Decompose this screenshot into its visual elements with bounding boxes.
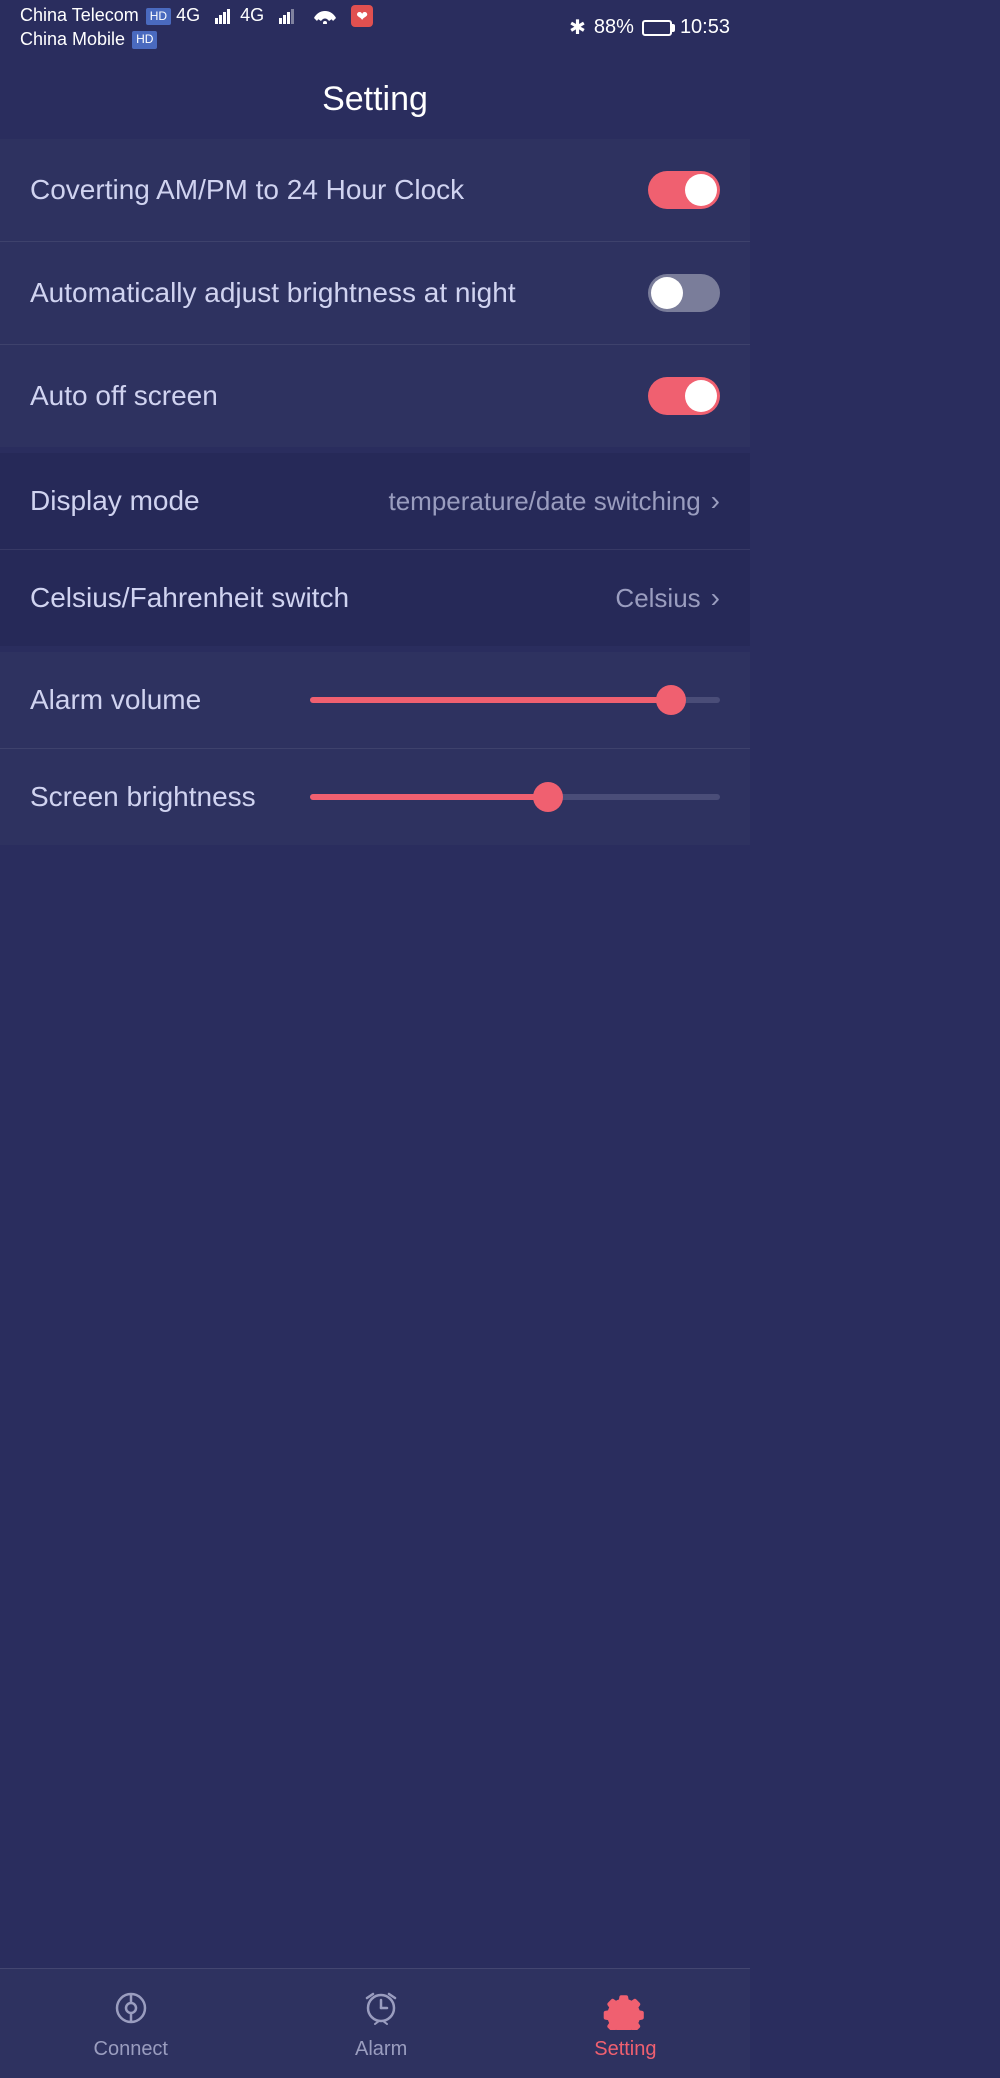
- status-bar: China Telecom HD 4G 4G ❤ China Mobile HD…: [0, 0, 750, 55]
- alarm-volume-thumb[interactable]: [656, 685, 686, 715]
- setting-icon: [603, 1986, 647, 2030]
- screen-brightness-fill: [310, 794, 548, 800]
- auto-off-screen-toggle[interactable]: [648, 377, 720, 415]
- toggle-section: Coverting AM/PM to 24 Hour Clock Automat…: [0, 139, 750, 447]
- display-mode-nav-right: temperature/date switching ›: [389, 485, 721, 517]
- screen-brightness-row: Screen brightness: [0, 749, 750, 845]
- celsius-fahrenheit-nav-right: Celsius ›: [615, 582, 720, 614]
- display-mode-value: temperature/date switching: [389, 486, 701, 517]
- connect-icon: [109, 1986, 153, 2030]
- carrier2-label: China Mobile HD: [20, 28, 373, 51]
- auto-brightness-row: Automatically adjust brightness at night: [0, 242, 750, 345]
- auto-off-screen-label: Auto off screen: [30, 380, 218, 412]
- display-mode-label: Display mode: [30, 485, 200, 517]
- display-mode-chevron: ›: [711, 485, 720, 517]
- carrier-info: China Telecom HD 4G 4G ❤ China Mobile HD: [20, 4, 373, 51]
- celsius-fahrenheit-value: Celsius: [615, 583, 700, 614]
- tab-alarm-label: Alarm: [355, 2038, 407, 2061]
- alarm-volume-fill: [310, 697, 671, 703]
- tab-setting-label: Setting: [594, 2038, 656, 2061]
- celsius-fahrenheit-chevron: ›: [711, 582, 720, 614]
- celsius-fahrenheit-label: Celsius/Fahrenheit switch: [30, 582, 349, 614]
- auto-brightness-knob: [651, 277, 683, 309]
- convert-clock-toggle[interactable]: [648, 171, 720, 209]
- empty-area: [0, 851, 750, 1751]
- clock-label: 10:53: [680, 16, 730, 39]
- screen-brightness-track[interactable]: [310, 794, 720, 800]
- battery-percent: 88%: [594, 16, 634, 39]
- auto-off-screen-row: Auto off screen: [0, 345, 750, 447]
- auto-off-screen-knob: [685, 380, 717, 412]
- convert-clock-knob: [685, 174, 717, 206]
- status-right: ✱ 88% 10:53: [569, 15, 730, 40]
- auto-brightness-toggle[interactable]: [648, 274, 720, 312]
- convert-clock-label: Coverting AM/PM to 24 Hour Clock: [30, 174, 464, 206]
- alarm-volume-label: Alarm volume: [30, 684, 290, 716]
- alarm-volume-track[interactable]: [310, 697, 720, 703]
- display-mode-row[interactable]: Display mode temperature/date switching …: [0, 453, 750, 550]
- slider-section: Alarm volume Screen brightness: [0, 652, 750, 845]
- convert-clock-row: Coverting AM/PM to 24 Hour Clock: [0, 139, 750, 242]
- celsius-fahrenheit-row[interactable]: Celsius/Fahrenheit switch Celsius ›: [0, 550, 750, 646]
- alarm-volume-row: Alarm volume: [0, 652, 750, 749]
- tab-alarm[interactable]: Alarm: [355, 1986, 407, 2061]
- bluetooth-icon: ✱: [569, 15, 586, 40]
- display-section: Display mode temperature/date switching …: [0, 453, 750, 646]
- auto-brightness-label: Automatically adjust brightness at night: [30, 277, 516, 309]
- page-title: Setting: [0, 55, 750, 139]
- screen-brightness-thumb[interactable]: [533, 782, 563, 812]
- tab-connect-label: Connect: [94, 2038, 169, 2061]
- tab-setting[interactable]: Setting: [594, 1986, 656, 2061]
- carrier1-label: China Telecom HD 4G 4G ❤: [20, 4, 373, 27]
- tab-connect[interactable]: Connect: [94, 1986, 169, 2061]
- screen-brightness-label: Screen brightness: [30, 781, 290, 813]
- battery-icon: [642, 20, 672, 36]
- alarm-icon: [359, 1986, 403, 2030]
- tab-bar: Connect Alarm Setting: [0, 1968, 750, 2078]
